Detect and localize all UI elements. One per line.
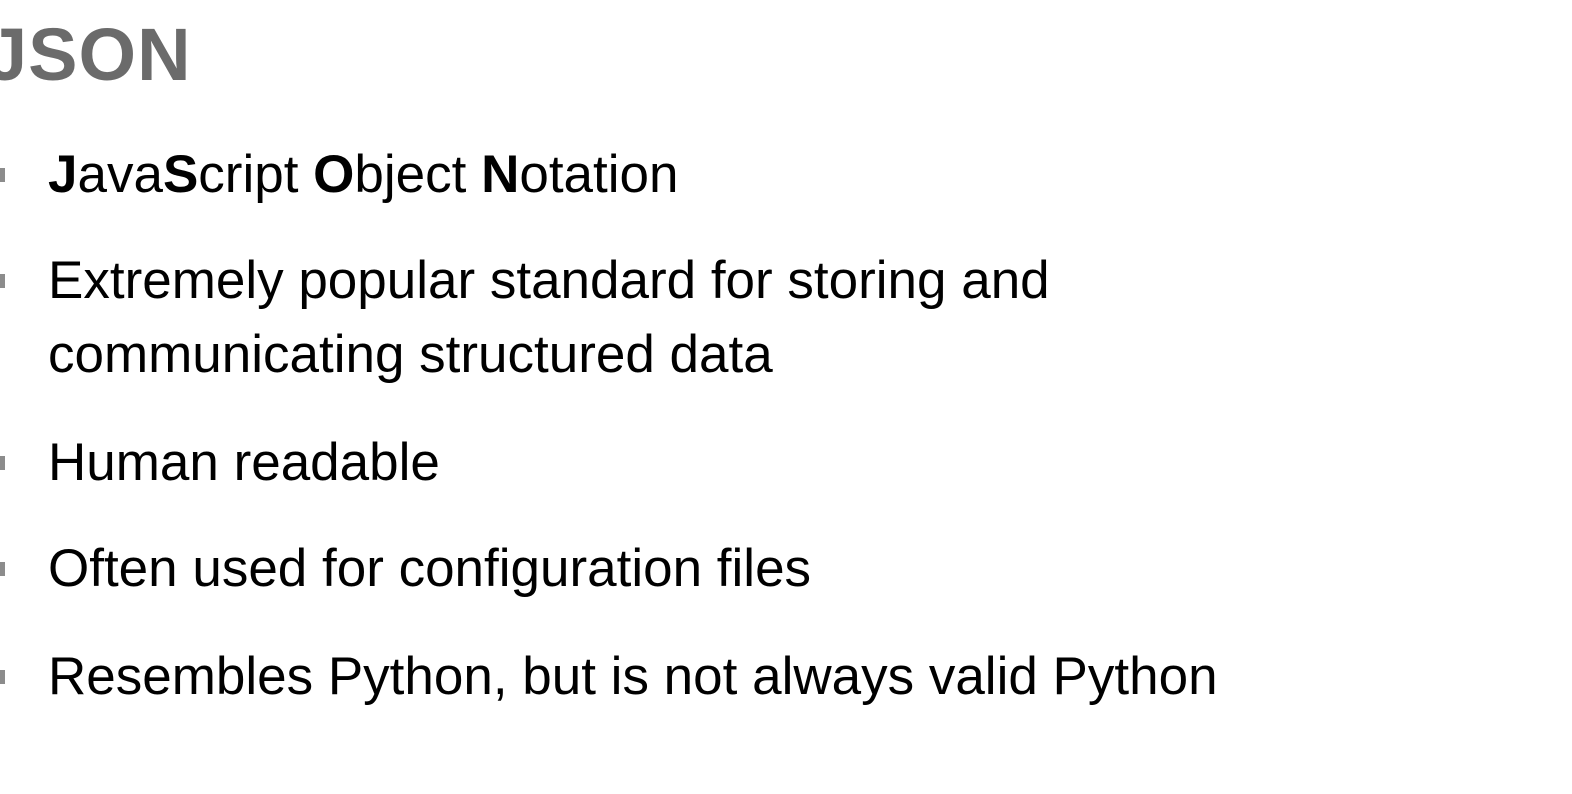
slide: J S O N JavaScript Object Notation Extremel…	[0, 0, 1572, 794]
acronym-letter: O	[313, 145, 355, 204]
bullet-marker	[0, 562, 5, 576]
acronym-letter: S	[162, 145, 199, 204]
acronym-letter: J	[48, 145, 78, 204]
bullet-list: JavaScript Object Notation Extremely pop…	[0, 0, 1572, 794]
bullet-text: Often used for configuration files	[48, 539, 812, 598]
bullet-text: Human readable	[48, 433, 440, 492]
bullet-text: Extremely popular standard for storing a…	[48, 244, 1448, 392]
acronym-rest: bject	[354, 145, 482, 204]
bullet-line: communicating structured data	[48, 325, 773, 384]
bullet-marker	[0, 274, 5, 288]
acronym-rest: cript	[198, 145, 314, 204]
acronym-rest: otation	[519, 145, 679, 204]
acronym-letter: N	[481, 145, 520, 204]
bullet-marker	[0, 168, 5, 182]
acronym-rest: ava	[77, 145, 163, 204]
bullet-line: Extremely popular standard for storing a…	[48, 251, 1050, 310]
bullet-marker	[0, 456, 5, 470]
bullet-marker	[0, 670, 5, 684]
bullet-text: Resembles Python, but is not always vali…	[48, 647, 1218, 706]
bullet-text-acronym: JavaScript Object Notation	[48, 138, 1448, 212]
